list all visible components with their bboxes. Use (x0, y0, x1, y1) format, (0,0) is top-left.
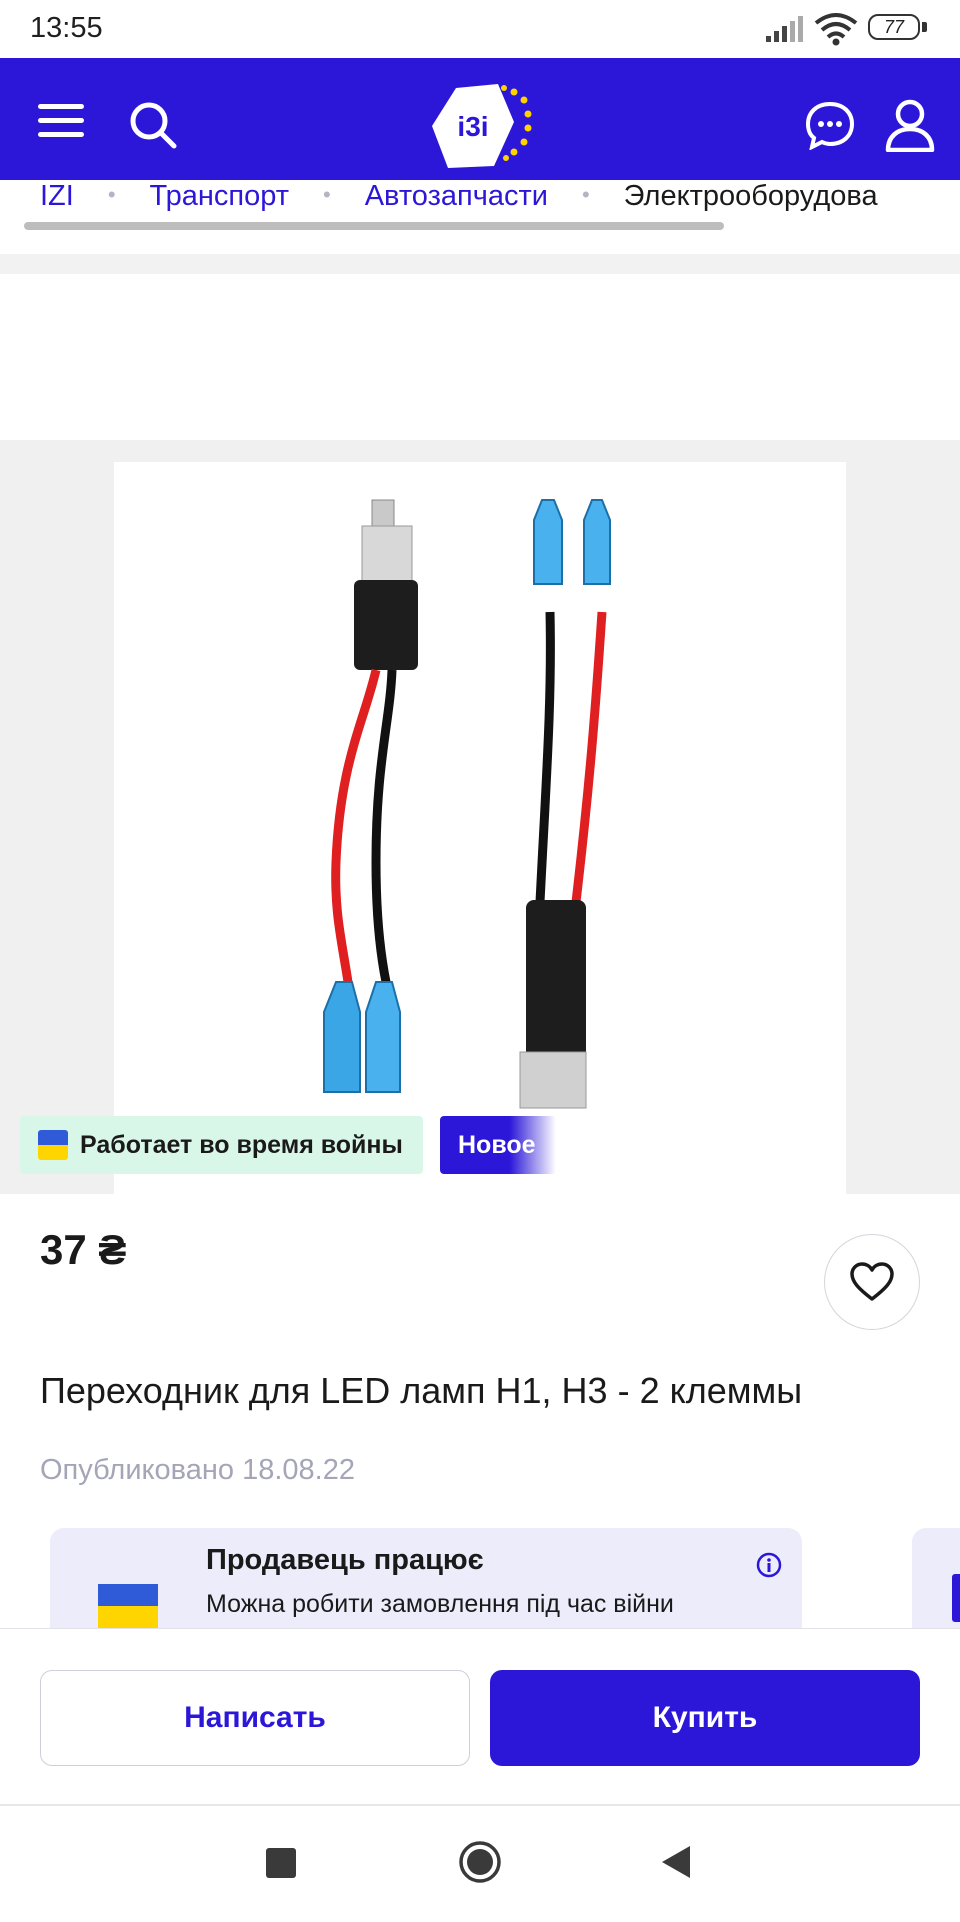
product-title: Переходник для LED ламп H1, H3 - 2 клемм… (40, 1370, 803, 1411)
chat-icon[interactable] (804, 100, 856, 150)
breadcrumb-item-transport[interactable]: Транспорт (150, 180, 289, 213)
war-status-badge: Работает во время войны (20, 1116, 423, 1174)
battery-icon: 77 (868, 14, 928, 42)
menu-icon[interactable] (38, 100, 84, 140)
home-button[interactable] (458, 1840, 502, 1884)
write-message-button[interactable]: Написать (40, 1670, 470, 1766)
product-image[interactable] (114, 462, 846, 1194)
ukraine-flag-icon (98, 1584, 158, 1628)
breadcrumb-item-izi[interactable]: IZI (40, 180, 74, 213)
status-time: 13:55 (30, 12, 103, 44)
seller-notice-subtitle: Можна робити замовлення під час війни (206, 1590, 674, 1618)
battery-level: 77 (868, 14, 920, 40)
info-icon[interactable] (756, 1552, 782, 1578)
ukraine-flag-icon (38, 1130, 68, 1160)
condition-badge: Новое (440, 1116, 556, 1174)
favorite-button[interactable] (824, 1234, 920, 1330)
site-logo[interactable]: i3i (428, 82, 540, 172)
product-price: 37 ₴ (40, 1226, 127, 1273)
published-date: Опубликовано 18.08.22 (40, 1454, 355, 1486)
war-status-text: Работает во время войны (80, 1130, 403, 1159)
breadcrumb-item-electrical: Электрооборудова (623, 180, 878, 212)
recents-button[interactable] (266, 1848, 296, 1878)
logo-text: i3i (457, 111, 488, 142)
signal-icon (766, 16, 803, 42)
breadcrumb-item-autoparts[interactable]: Автозапчасти (365, 180, 548, 213)
heart-icon (850, 1262, 894, 1301)
back-button[interactable] (660, 1844, 692, 1880)
buy-button[interactable]: Купить (490, 1670, 920, 1766)
next-card-flag-icon (952, 1574, 960, 1622)
wifi-icon (814, 13, 858, 46)
search-icon[interactable] (128, 100, 178, 150)
breadcrumb-scrollbar[interactable] (24, 222, 724, 230)
section-divider (0, 254, 960, 274)
user-icon[interactable] (884, 98, 936, 152)
seller-notice-title: Продавець працює (206, 1544, 484, 1576)
